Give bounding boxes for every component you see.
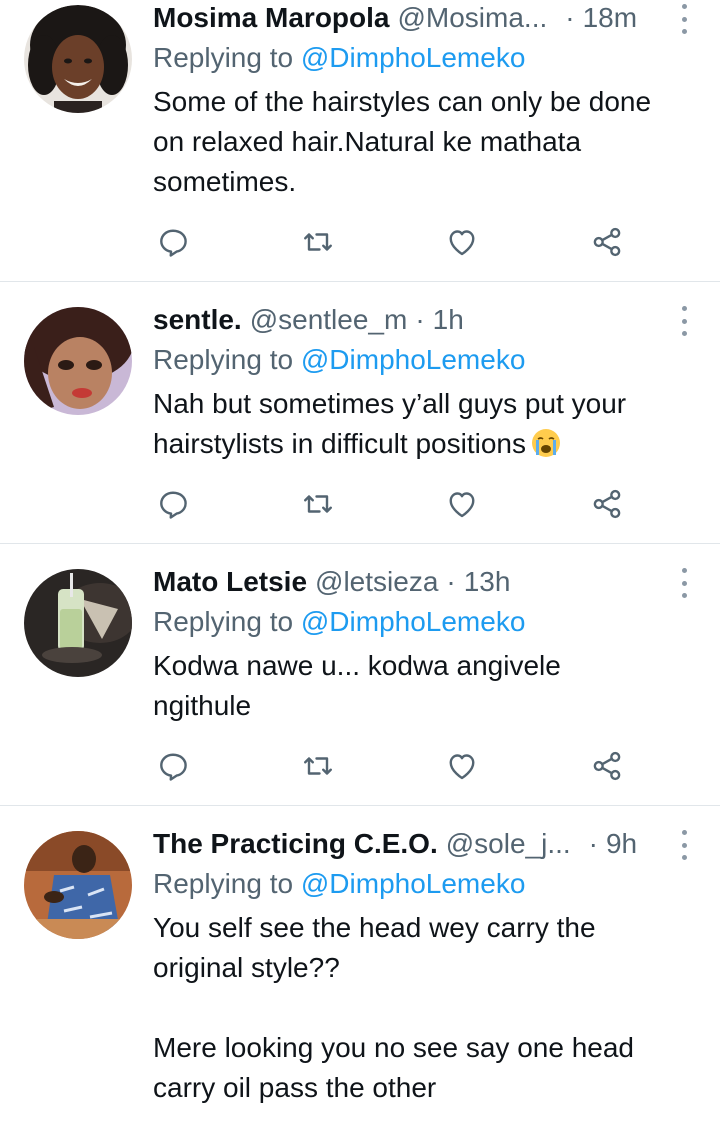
tweet-line: ngithule [153,690,252,721]
user-handle[interactable]: @letsieza [315,564,438,600]
tweet-line: Nah but sometimes y’all guys put your [153,388,627,419]
user-handle[interactable]: @sole_j... [446,826,571,862]
tweet-line: sometimes. [153,166,297,197]
separator: · [588,828,598,859]
tweet-header: Mato Letsie @letsieza · 13h [153,564,698,600]
reply-icon[interactable] [155,224,191,260]
share-icon[interactable] [589,224,625,260]
replying-label: Replying to [153,344,294,375]
tweet-text: Kodwa nawe u... kodwa angivele ngithule [153,646,698,726]
tweet-line: original style?? [153,952,340,983]
separator: · [446,566,456,597]
tweet-line-blank [153,988,698,1028]
tweet-text: You self see the head wey carry the orig… [153,908,698,1108]
share-icon[interactable] [589,748,625,784]
retweet-icon[interactable] [300,486,336,522]
replying-to: Replying to @DimphoLemeko [153,38,698,78]
more-options-icon[interactable] [676,568,692,598]
display-name[interactable]: Mato Letsie [153,564,307,600]
avatar[interactable] [24,307,132,415]
user-handle[interactable]: @sentlee_m [250,302,408,338]
tweet-text: Nah but sometimes y’all guys put your ha… [153,384,698,464]
avatar-image [24,307,132,415]
tweet-header: The Practicing C.E.O. @sole_j... · 9h [153,826,698,862]
timestamp[interactable]: 1h [433,302,464,338]
more-options-icon[interactable] [676,4,692,34]
retweet-icon[interactable] [300,748,336,784]
avatar[interactable] [24,569,132,677]
reply-icon[interactable] [155,748,191,784]
tweet-actions [155,484,625,524]
heart-icon[interactable] [444,486,480,522]
replying-to: Replying to @DimphoLemeko [153,340,698,380]
avatar[interactable] [24,831,132,939]
mention-link[interactable]: @DimphoLemeko [301,42,526,73]
reply-icon[interactable] [155,486,191,522]
separator: · [565,2,575,33]
tweet-header: Mosima Maropola @Mosima... · 18m [153,0,698,36]
avatar-image [24,5,132,113]
timestamp[interactable]: 9h [606,826,637,862]
tweet-line: hairstylists in difficult positions [153,428,526,459]
tweet-line: You self see the head wey carry the [153,912,596,943]
display-name[interactable]: The Practicing C.E.O. [153,826,438,862]
mention-link[interactable]: @DimphoLemeko [301,606,526,637]
tweet-2[interactable]: sentle. @sentlee_m · 1h Replying to @Dim… [0,282,720,544]
user-handle[interactable]: @Mosima... [397,0,547,36]
tweet-1[interactable]: Mosima Maropola @Mosima... · 18m Replyin… [0,0,720,282]
replying-label: Replying to [153,42,294,73]
tweet-header: sentle. @sentlee_m · 1h [153,302,698,338]
mention-link[interactable]: @DimphoLemeko [301,344,526,375]
display-name[interactable]: Mosima Maropola [153,0,389,36]
tweet-text: Some of the hairstyles can only be done … [153,82,698,202]
heart-icon[interactable] [444,224,480,260]
tweet-line-with-emoji: hairstylists in difficult positions [153,424,698,464]
timestamp[interactable]: 13h [464,564,511,600]
more-options-icon[interactable] [676,830,692,860]
retweet-icon[interactable] [300,224,336,260]
tweet-4[interactable]: The Practicing C.E.O. @sole_j... · 9h Re… [0,806,720,1123]
share-icon[interactable] [589,486,625,522]
tweet-line: Mere looking you no see say one head [153,1032,634,1063]
replying-to: Replying to @DimphoLemeko [153,602,698,642]
separator: · [415,304,425,335]
tweet-actions [155,222,625,262]
timestamp[interactable]: 18m [583,0,637,36]
tweet-line: Some of the hairstyles can only be done [153,86,652,117]
avatar-image [24,831,132,939]
avatar-image [24,569,132,677]
loudly-crying-face-icon [531,429,560,457]
tweet-actions [155,746,625,786]
replying-label: Replying to [153,868,294,899]
display-name[interactable]: sentle. [153,302,242,338]
mention-link[interactable]: @DimphoLemeko [301,868,526,899]
more-options-icon[interactable] [676,306,692,336]
tweet-line: carry oil pass the other [153,1072,437,1103]
avatar[interactable] [24,5,132,113]
tweet-line: on relaxed hair.Natural ke mathata [153,126,582,157]
replying-label: Replying to [153,606,294,637]
heart-icon[interactable] [444,748,480,784]
replying-to: Replying to @DimphoLemeko [153,864,698,904]
tweet-3[interactable]: Mato Letsie @letsieza · 13h Replying to … [0,544,720,806]
tweet-line: Kodwa nawe u... kodwa angivele [153,650,561,681]
